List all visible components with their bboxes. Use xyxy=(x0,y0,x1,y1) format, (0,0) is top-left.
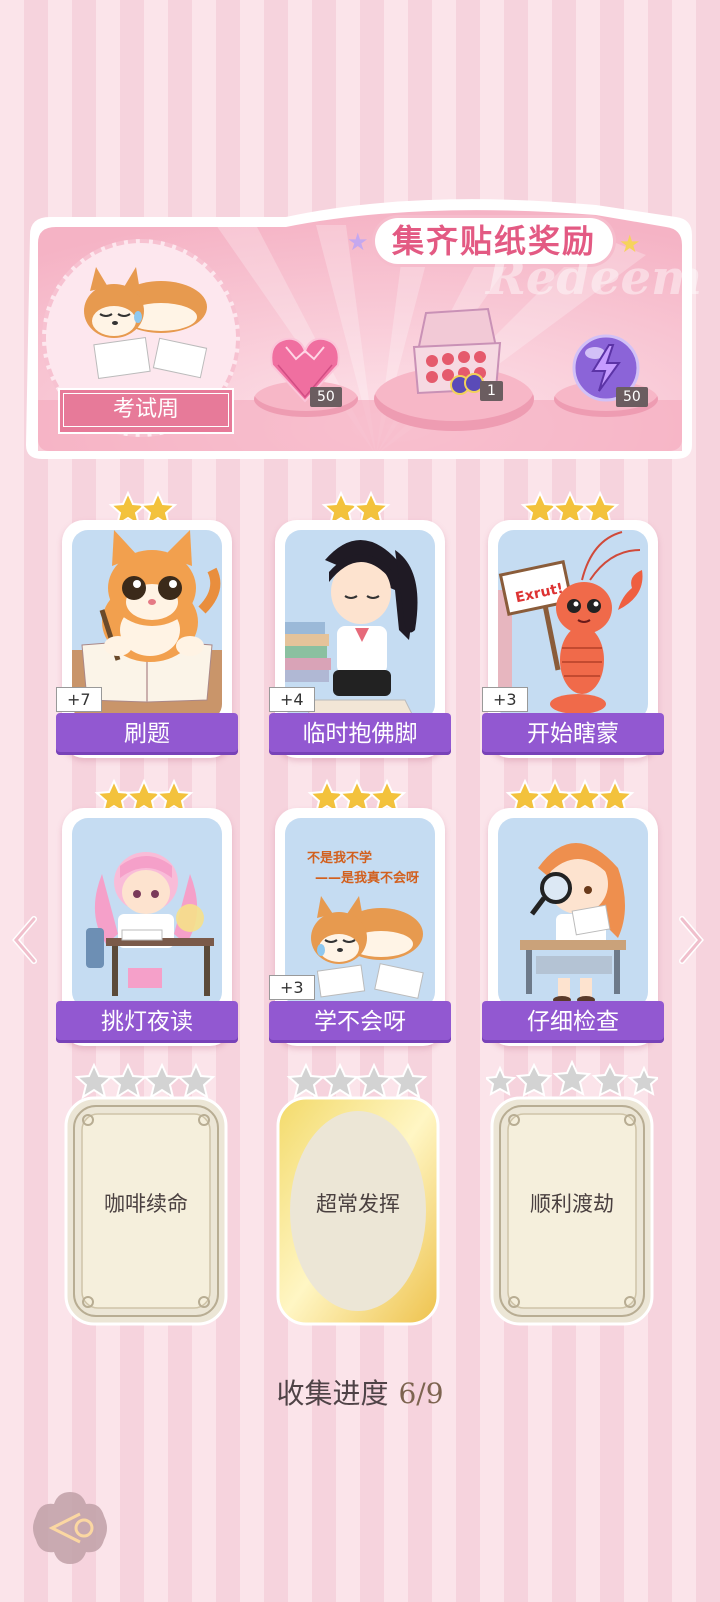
girl-magnifier-icon xyxy=(520,843,626,1004)
reward-count: 50 xyxy=(616,387,648,407)
caption-line-2: ——是我真不会呀 xyxy=(315,870,419,886)
progress-value: 6/9 xyxy=(398,1377,444,1410)
sticker-card[interactable]: 仔细检查 xyxy=(482,778,664,1046)
progress-label: 收集进度 xyxy=(276,1377,389,1410)
sticker-card[interactable]: +4 临时抱佛脚 xyxy=(269,490,451,758)
card-label: 挑灯夜读 xyxy=(56,1001,238,1043)
sleepy-shiba-icon xyxy=(84,267,208,379)
star-rating-empty xyxy=(74,1062,216,1100)
bonus-badge: +3 xyxy=(269,975,315,1000)
card-label: 学不会呀 xyxy=(269,1001,451,1043)
card-illustration xyxy=(498,818,648,1008)
sticker-card[interactable]: Exrut! +3 开始瞎蒙 xyxy=(482,490,664,758)
bonus-badge: +4 xyxy=(269,687,315,712)
locked-card-label: 超常发挥 xyxy=(316,1192,400,1216)
reward-banner: 考试周 ★ 集齐贴纸奖励 ★ Redeem 50 1 50 xyxy=(16,195,702,467)
locked-card[interactable]: 咖啡续命 xyxy=(64,1062,228,1328)
card-label: 开始瞎蒙 xyxy=(482,713,664,755)
sticker-card[interactable]: +7 刷题 xyxy=(56,490,238,758)
back-button-icon[interactable] xyxy=(30,1488,110,1568)
star-left-icon: ★ xyxy=(347,228,369,256)
locked-card[interactable]: 超常发挥 xyxy=(276,1062,440,1328)
locked-card[interactable]: 顺利渡劫 xyxy=(486,1060,658,1328)
star-rating-empty xyxy=(286,1062,428,1100)
card-label: 临时抱佛脚 xyxy=(269,713,451,755)
bonus-badge: +7 xyxy=(56,687,102,712)
card-label: 仔细检查 xyxy=(482,1001,664,1043)
banner-watermark: Redeem xyxy=(486,250,702,306)
sticker-card[interactable]: 挑灯夜读 xyxy=(56,778,238,1046)
pink-girl-desk-icon xyxy=(86,852,214,996)
card-label: 刷题 xyxy=(56,713,238,755)
locked-card-label: 咖啡续命 xyxy=(104,1192,188,1216)
event-name-label: 考试周 xyxy=(63,393,229,427)
event-name-ribbon: 考试周 xyxy=(58,388,234,434)
caption-line-1: 不是我不学 xyxy=(307,850,372,866)
card-illustration xyxy=(72,818,222,1008)
chevron-right-icon[interactable] xyxy=(676,915,706,965)
bonus-badge: +3 xyxy=(482,687,528,712)
collection-progress: 收集进度 6/9 xyxy=(0,1372,720,1412)
star-rating-empty xyxy=(486,1060,658,1097)
reward-count: 50 xyxy=(310,387,342,407)
chevron-left-icon[interactable] xyxy=(10,915,40,965)
reward-count: 1 xyxy=(480,381,503,401)
locked-card-label: 顺利渡劫 xyxy=(530,1192,614,1216)
sticker-card[interactable]: 不是我不学 ——是我真不会呀 +3 学不会呀 xyxy=(269,778,451,1046)
